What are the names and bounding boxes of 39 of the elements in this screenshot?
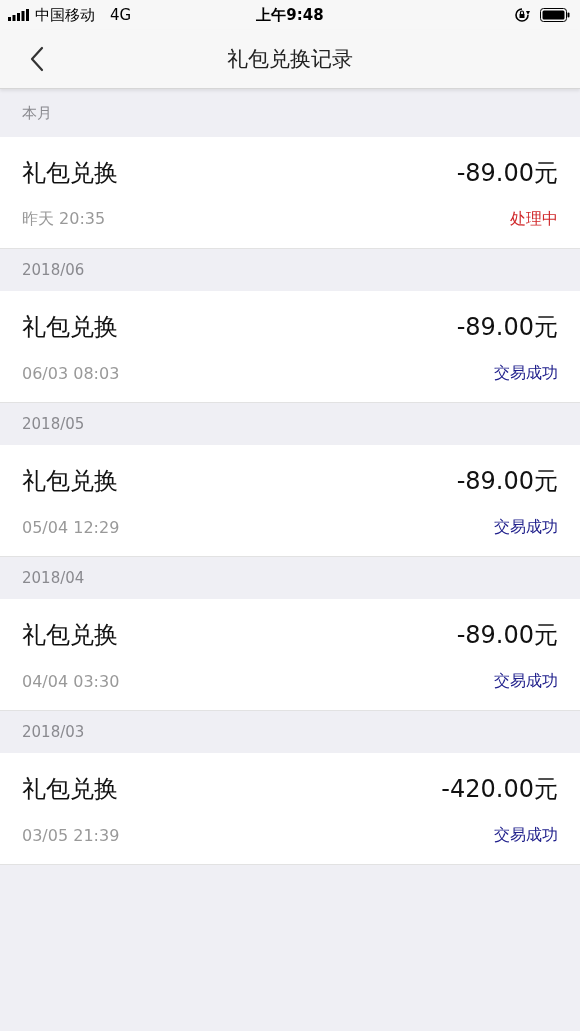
- record-status: 交易成功: [494, 363, 558, 384]
- record-status: 交易成功: [494, 517, 558, 538]
- battery-icon: [540, 8, 570, 22]
- record-time: 03/05 21:39: [22, 826, 120, 845]
- back-button[interactable]: [30, 46, 44, 72]
- record-title: 礼包兑换: [22, 620, 118, 651]
- record-time: 昨天 20:35: [22, 209, 106, 230]
- record-status: 交易成功: [494, 671, 558, 692]
- back-chevron-icon: [30, 46, 44, 72]
- record-title: 礼包兑换: [22, 312, 118, 343]
- record-title: 礼包兑换: [22, 158, 118, 189]
- record-amount: -420.00元: [441, 774, 558, 805]
- record-amount: -89.00元: [456, 620, 558, 651]
- record-item[interactable]: 礼包兑换 -89.00元 06/03 08:03 交易成功: [0, 291, 580, 403]
- record-status: 处理中: [510, 209, 558, 230]
- network-type: 4G: [110, 6, 132, 24]
- record-item[interactable]: 礼包兑换 -89.00元 05/04 12:29 交易成功: [0, 445, 580, 557]
- record-title: 礼包兑换: [22, 466, 118, 497]
- record-time: 04/04 03:30: [22, 672, 120, 691]
- record-amount: -89.00元: [456, 466, 558, 497]
- section-label: 2018/06: [22, 261, 85, 279]
- record-amount: -89.00元: [456, 312, 558, 343]
- section-label: 2018/05: [22, 415, 85, 433]
- section-label: 本月: [22, 103, 52, 123]
- record-item[interactable]: 礼包兑换 -420.00元 03/05 21:39 交易成功: [0, 753, 580, 865]
- clock: 上午9:48: [256, 5, 324, 25]
- record-time: 05/04 12:29: [22, 518, 120, 537]
- record-item[interactable]: 礼包兑换 -89.00元 04/04 03:30 交易成功: [0, 599, 580, 711]
- record-status: 交易成功: [494, 825, 558, 846]
- record-amount: -89.00元: [456, 158, 558, 189]
- record-title: 礼包兑换: [22, 774, 118, 805]
- carrier-name: 中国移动: [35, 5, 95, 25]
- rotation-lock-icon: [514, 7, 530, 23]
- section-label: 2018/04: [22, 569, 85, 587]
- page-title: 礼包兑换记录: [227, 46, 353, 73]
- record-time: 06/03 08:03: [22, 364, 120, 383]
- record-item[interactable]: 礼包兑换 -89.00元 昨天 20:35 处理中: [0, 137, 580, 249]
- signal-icon: [8, 9, 30, 21]
- section-label: 2018/03: [22, 723, 85, 741]
